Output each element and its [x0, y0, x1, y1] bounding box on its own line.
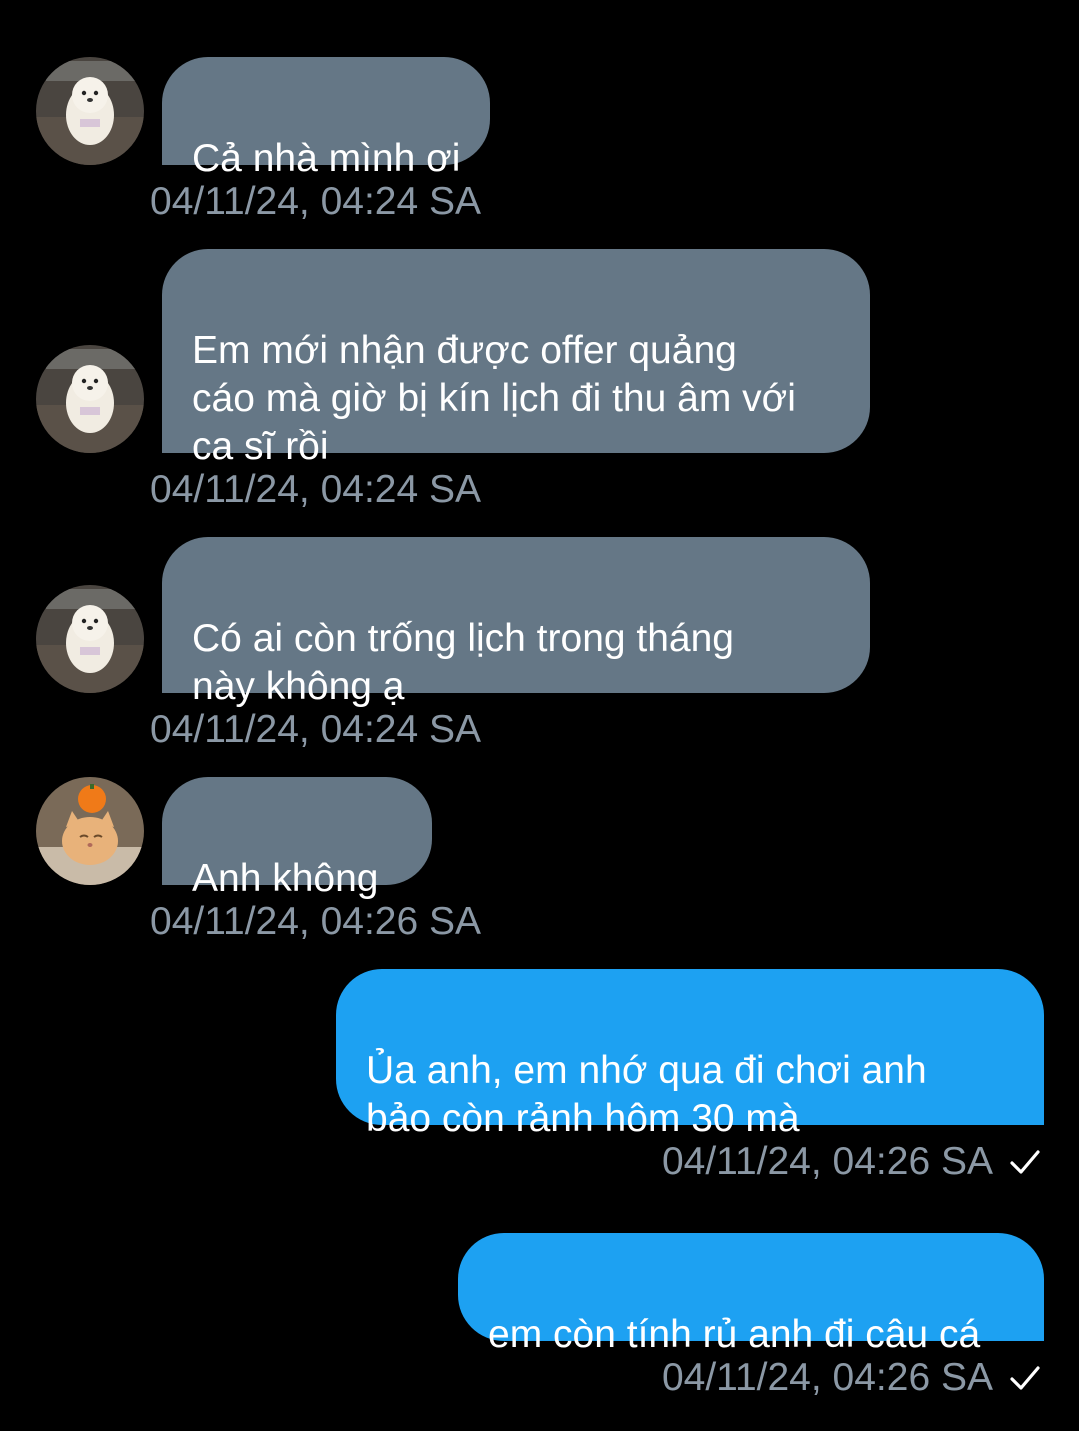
message-text: Cả nhà mình ơi — [192, 137, 461, 180]
avatar-dog[interactable] — [36, 585, 144, 693]
message-timestamp: 04/11/24, 04:24 SA — [150, 468, 482, 511]
message-timestamp: 04/11/24, 04:26 SA — [661, 1140, 993, 1183]
checkmark-icon — [1007, 1360, 1043, 1396]
message-bubble-4[interactable]: Anh không — [162, 777, 432, 900]
message-text: em còn tính rủ anh đi câu cá — [488, 1313, 981, 1356]
dog-avatar-image — [36, 57, 144, 165]
message-timestamp-row: 04/11/24, 04:26 SA — [662, 1354, 1043, 1402]
message-text: Anh không — [192, 857, 379, 900]
checkmark-icon — [1007, 1144, 1043, 1180]
dog-avatar-image — [36, 585, 144, 693]
message-bubble-6[interactable]: em còn tính rủ anh đi câu cá — [458, 1233, 1044, 1356]
message-bubble-3[interactable]: Có ai còn trống lịch trong tháng này khô… — [162, 537, 870, 708]
message-text: Có ai còn trống lịch trong tháng này khô… — [192, 617, 735, 708]
cat-avatar-image — [36, 777, 144, 885]
message-bubble-5[interactable]: Ủa anh, em nhớ qua đi chơi anh bảo còn r… — [336, 969, 1044, 1140]
message-bubble-1[interactable]: Cả nhà mình ơi — [162, 57, 491, 180]
message-text: Em mới nhận được offer quảng cáo mà giờ … — [192, 329, 796, 468]
message-text: Ủa anh, em nhớ qua đi chơi anh bảo còn r… — [366, 1049, 927, 1140]
message-timestamp: 04/11/24, 04:26 SA — [661, 1356, 993, 1399]
message-bubble-2[interactable]: Em mới nhận được offer quảng cáo mà giờ … — [162, 249, 870, 468]
avatar-cat[interactable] — [36, 777, 144, 885]
message-timestamp: 04/11/24, 04:26 SA — [150, 900, 482, 943]
dog-avatar-image — [36, 345, 144, 453]
message-timestamp: 04/11/24, 04:24 SA — [150, 708, 482, 751]
avatar-dog[interactable] — [36, 57, 144, 165]
message-timestamp-row: 04/11/24, 04:26 SA — [662, 1138, 1043, 1186]
message-timestamp: 04/11/24, 04:24 SA — [150, 180, 482, 223]
avatar-dog[interactable] — [36, 345, 144, 453]
